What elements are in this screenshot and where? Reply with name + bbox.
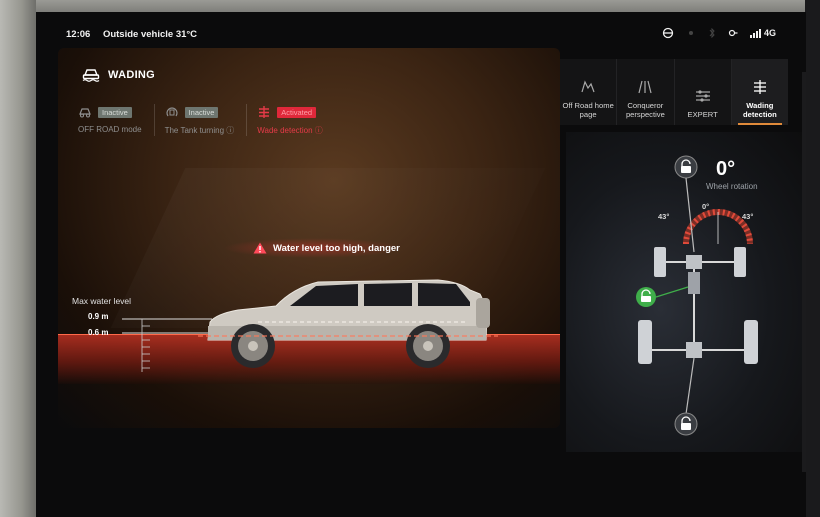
tab-label-offroad-home: Off Road home page <box>562 101 614 119</box>
tab-wading-detection[interactable]: Wading detection <box>731 59 788 125</box>
max-water-level-label: Max water level <box>72 296 132 306</box>
max-water-depth-value: 0.9 m <box>88 312 109 321</box>
drivetrain-diagram <box>636 155 758 436</box>
wading-panel: WADING Inactive OFF ROAD mode Inactive T… <box>58 48 560 428</box>
infotainment-screen: 12:06 Outside vehicle 31°C 4G WADING Ina… <box>36 12 806 517</box>
mode-wade-detection[interactable]: Activated Wade detection ⓘ <box>257 104 335 136</box>
water-level-scale: Max water level 0.9 m 0.6 m <box>72 296 212 372</box>
mode-offroad[interactable]: Inactive OFF ROAD mode <box>78 104 155 136</box>
warning-triangle-icon <box>253 242 267 254</box>
wading-detection-tab-icon <box>753 80 766 95</box>
cellular-signal-icon <box>749 28 761 38</box>
device-bezel-right <box>805 0 820 517</box>
mode-status-row: Inactive OFF ROAD mode Inactive The Tank… <box>78 104 345 136</box>
tab-label-conqueror-perspective: Conqueror perspective <box>625 101 665 119</box>
danger-warning: Water level too high, danger <box>223 238 403 258</box>
offroad-home-icon <box>581 80 595 93</box>
vehicle-side-illustration <box>198 279 498 368</box>
bluetooth-dim-icon <box>709 28 715 38</box>
mode-label-wade-detection: Wade detection ⓘ <box>257 126 323 135</box>
offroad-tab-bar: Off Road home page Conqueror perspective… <box>560 59 788 125</box>
offroad-mode-icon <box>79 108 91 118</box>
expert-icon <box>695 90 710 102</box>
status-badge-offroad: Inactive <box>98 106 132 118</box>
page-title: WADING <box>108 69 156 81</box>
status-outside-temp: Outside vehicle 31°C <box>102 29 198 40</box>
network-type: 4G <box>763 28 776 38</box>
drivetrain-panel: 0° Wheel rotation 43° 0° 43° <box>566 132 802 452</box>
wading-car-icon <box>82 69 100 82</box>
location-icon <box>728 29 738 37</box>
tab-expert[interactable]: EXPERT <box>675 59 732 125</box>
warning-text: Water level too high, danger <box>273 242 400 254</box>
status-time: 12:06 <box>66 29 91 40</box>
mode-tank-turning[interactable]: Inactive The Tank turning ⓘ <box>165 104 248 136</box>
tab-conqueror-perspective[interactable]: Conqueror perspective <box>617 59 675 125</box>
signal-dim-icon <box>688 31 693 35</box>
steering-assist-icon <box>662 27 674 39</box>
status-badge-wade-detection: Activated <box>277 106 317 118</box>
tab-label-expert: EXPERT <box>687 109 718 119</box>
tab-offroad-home[interactable]: Off Road home page <box>560 59 618 125</box>
device-bezel-left <box>0 0 36 517</box>
wade-detection-icon <box>259 106 270 118</box>
next-panel-edge <box>802 72 806 472</box>
mode-label-tank-turning: The Tank turning ⓘ <box>164 126 235 135</box>
conqueror-perspective-icon <box>638 81 652 94</box>
status-badge-tank-turning: Inactive <box>184 106 219 118</box>
tab-label-wading-detection: Wading detection <box>742 101 777 119</box>
mode-label-offroad: OFF ROAD mode <box>78 125 142 134</box>
current-water-depth-value: 0.6 m <box>88 328 109 337</box>
tank-turning-icon <box>166 107 178 117</box>
panel-header: WADING <box>82 68 155 82</box>
